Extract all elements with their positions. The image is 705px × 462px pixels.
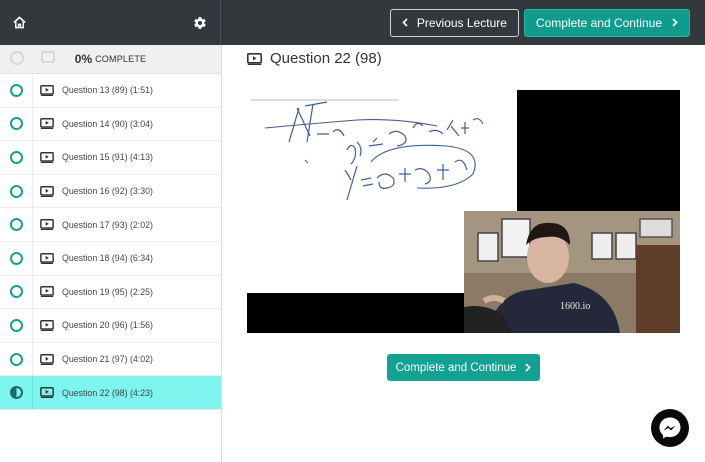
- progress-label: COMPLETE: [95, 54, 147, 64]
- incomplete-circle-icon: [9, 117, 23, 131]
- incomplete-circle-icon: [9, 83, 23, 97]
- lesson-item[interactable]: Question 14 (90) (3:04): [0, 107, 221, 142]
- lesson-status[interactable]: [0, 275, 33, 309]
- video-watermark: 1600.io: [560, 301, 590, 312]
- lesson-title: Question 21 (97) (4:02): [62, 354, 153, 365]
- lesson-status[interactable]: [0, 141, 33, 174]
- lesson-item[interactable]: Question 18 (94) (6:34): [0, 241, 221, 276]
- lesson-title: Question 18 (94) (6:34): [62, 253, 153, 264]
- video-icon: [40, 151, 54, 163]
- chevron-left-icon: [402, 18, 408, 27]
- gear-icon[interactable]: [189, 12, 211, 34]
- complete-and-continue-label: Complete and Continue: [395, 361, 517, 374]
- video-icon: [40, 387, 54, 399]
- lesson-status[interactable]: [0, 74, 33, 107]
- lesson-status[interactable]: [0, 174, 33, 208]
- video-icon: [40, 252, 54, 264]
- top-bar: Previous Lecture Complete and Continue: [0, 0, 705, 45]
- previous-lecture-button[interactable]: Previous Lecture: [389, 8, 519, 37]
- complete-and-continue-button[interactable]: Complete and Continue: [387, 354, 540, 381]
- lesson-title: Question 14 (90) (3:04): [62, 118, 153, 129]
- video-player[interactable]: 1600.io: [247, 90, 680, 333]
- progress-header: 0% COMPLETE: [0, 45, 221, 74]
- incomplete-circle-icon: [9, 352, 23, 366]
- lesson-title: Question 13 (89) (1:51): [62, 85, 153, 96]
- ghost-video-icon: [41, 51, 55, 63]
- incomplete-circle-icon: [9, 318, 23, 332]
- incomplete-circle-icon: [9, 150, 23, 164]
- lesson-item[interactable]: Question 21 (97) (4:02): [0, 342, 221, 377]
- lesson-item[interactable]: Question 16 (92) (3:30): [0, 174, 221, 209]
- incomplete-circle-icon: [9, 218, 23, 232]
- lesson-status[interactable]: [0, 309, 33, 342]
- chevron-right-icon: [672, 18, 678, 27]
- video-icon: [40, 219, 54, 231]
- presenter-camera: 1600.io: [464, 211, 680, 333]
- lesson-title: Question 15 (91) (4:13): [62, 152, 153, 163]
- lesson-item[interactable]: Question 22 (98) (4:23): [0, 376, 221, 410]
- lesson-title: Question 17 (93) (2:02): [62, 219, 153, 230]
- chevron-right-icon: [525, 363, 532, 372]
- messenger-icon: [659, 417, 681, 439]
- video-icon: [40, 319, 54, 331]
- lesson-title: Question 16 (92) (3:30): [62, 186, 153, 197]
- lesson-title: Question 22 (98) (4:23): [62, 387, 153, 398]
- video-icon: [40, 353, 54, 365]
- in-progress-icon: [9, 386, 23, 400]
- previous-lecture-label: Previous Lecture: [416, 15, 507, 30]
- lesson-title: Question 19 (95) (2:25): [62, 286, 153, 297]
- home-icon[interactable]: [8, 12, 30, 34]
- lesson-status[interactable]: [0, 107, 33, 141]
- lecture-title: Question 22 (98): [270, 50, 382, 67]
- lesson-item[interactable]: Question 20 (96) (1:56): [0, 309, 221, 343]
- top-bar-right: Previous Lecture Complete and Continue: [221, 0, 705, 45]
- lesson-item[interactable]: Question 17 (93) (2:02): [0, 208, 221, 242]
- course-sidebar: 0% COMPLETE Question 13 (89) (1:51) Quest…: [0, 45, 222, 462]
- video-icon: [247, 52, 262, 65]
- lesson-item[interactable]: Question 15 (91) (4:13): [0, 141, 221, 175]
- top-bar-left: [0, 0, 221, 45]
- video-icon: [40, 185, 54, 197]
- lesson-status[interactable]: [0, 376, 33, 409]
- lesson-item[interactable]: Question 13 (89) (1:51): [0, 74, 221, 108]
- lesson-status[interactable]: [0, 208, 33, 241]
- video-icon: [40, 84, 54, 96]
- video-icon: [40, 286, 54, 298]
- lesson-list: Question 13 (89) (1:51) Question 14 (90) …: [0, 74, 221, 410]
- complete-and-continue-top-button[interactable]: Complete and Continue: [523, 8, 690, 37]
- incomplete-circle-icon: [9, 184, 23, 198]
- incomplete-circle-icon: [9, 251, 23, 265]
- lesson-status[interactable]: [0, 241, 33, 275]
- lecture-heading: Question 22 (98): [247, 50, 382, 67]
- ghost-circle-icon: [10, 51, 24, 65]
- lesson-status[interactable]: [0, 342, 33, 376]
- lesson-title: Question 20 (96) (1:56): [62, 320, 153, 331]
- video-icon: [40, 118, 54, 130]
- app: Previous Lecture Complete and Continue 0…: [0, 0, 705, 462]
- complete-and-continue-top-label: Complete and Continue: [535, 15, 662, 30]
- incomplete-circle-icon: [9, 285, 23, 299]
- messenger-chat-button[interactable]: [651, 409, 689, 447]
- lesson-item[interactable]: Question 19 (95) (2:25): [0, 275, 221, 310]
- progress-percent: 0%: [74, 52, 93, 66]
